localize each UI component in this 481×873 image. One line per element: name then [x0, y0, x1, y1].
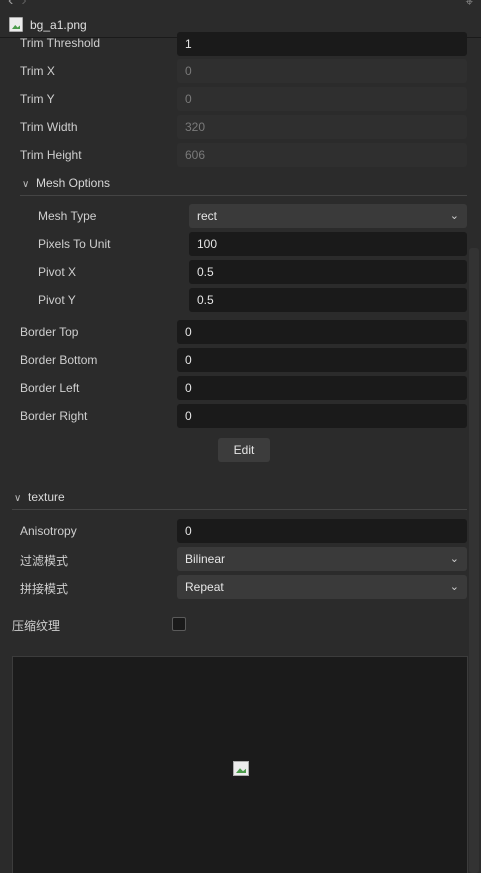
compress-texture-label: 压缩纹理 [12, 619, 61, 633]
trim-threshold-input[interactable]: 1 [177, 32, 467, 56]
texture-preview [12, 656, 468, 873]
pivot-y-label: Pivot Y [38, 293, 76, 307]
back-arrow-icon[interactable]: ‹ [8, 0, 21, 9]
border-right-label: Border Right [20, 409, 88, 423]
pin-icon[interactable]: ⌖ [466, 0, 473, 10]
border-left-label: Border Left [20, 381, 80, 395]
broken-image-icon [233, 761, 249, 776]
wrap-mode-value: Repeat [185, 580, 224, 594]
asset-file-name: bg_a1.png [30, 18, 87, 32]
anisotropy-label: Anisotropy [20, 524, 77, 538]
trim-width-label: Trim Width [20, 120, 78, 134]
trim-y-input: 0 [177, 87, 467, 111]
chevron-down-icon: ⌄ [449, 210, 459, 222]
wrap-mode-select[interactable]: Repeat ⌄ [177, 575, 467, 599]
border-bottom-input[interactable]: 0 [177, 348, 467, 372]
forward-arrow-icon[interactable]: › [21, 0, 34, 9]
caret-down-icon: ∨ [14, 493, 22, 504]
border-bottom-label: Border Bottom [20, 353, 98, 367]
trim-x-label: Trim X [20, 64, 55, 78]
trim-width-input: 320 [177, 115, 467, 139]
texture-header[interactable]: ∨ texture [14, 490, 65, 504]
texture-title: texture [28, 490, 65, 504]
pivot-x-input[interactable]: 0.5 [189, 260, 467, 284]
scrollbar[interactable] [469, 248, 479, 873]
wrap-mode-label: 拼接模式 [20, 582, 69, 596]
image-file-icon [9, 17, 23, 32]
pixels-to-unit-input[interactable]: 100 [189, 232, 467, 256]
mesh-options-title: Mesh Options [36, 176, 111, 190]
trim-threshold-label: Trim Threshold [20, 36, 101, 50]
mesh-options-divider [20, 195, 467, 196]
trim-height-input: 606 [177, 143, 467, 167]
trim-y-label: Trim Y [20, 92, 55, 106]
border-right-input[interactable]: 0 [177, 404, 467, 428]
filter-mode-value: Bilinear [185, 552, 226, 566]
filter-mode-label: 过滤模式 [20, 554, 69, 568]
edit-border-button[interactable]: Edit [218, 438, 270, 462]
pixels-to-unit-label: Pixels To Unit [38, 237, 111, 251]
border-top-label: Border Top [20, 325, 79, 339]
mesh-type-label: Mesh Type [38, 209, 97, 223]
chevron-down-icon: ⌄ [449, 553, 459, 565]
mesh-type-select[interactable]: rect ⌄ [189, 204, 467, 228]
chevron-down-icon: ⌄ [449, 581, 459, 593]
trim-height-label: Trim Height [20, 148, 82, 162]
mesh-type-value: rect [197, 209, 218, 223]
caret-down-icon: ∨ [22, 179, 30, 190]
compress-texture-checkbox[interactable] [172, 617, 186, 631]
texture-divider [12, 509, 467, 510]
border-left-input[interactable]: 0 [177, 376, 467, 400]
nav-arrows: ‹› [8, 0, 35, 10]
border-top-input[interactable]: 0 [177, 320, 467, 344]
filter-mode-select[interactable]: Bilinear ⌄ [177, 547, 467, 571]
anisotropy-input[interactable]: 0 [177, 519, 467, 543]
mesh-options-header[interactable]: ∨ Mesh Options [22, 176, 110, 190]
trim-x-input: 0 [177, 59, 467, 83]
pivot-y-input[interactable]: 0.5 [189, 288, 467, 312]
pivot-x-label: Pivot X [38, 265, 77, 279]
